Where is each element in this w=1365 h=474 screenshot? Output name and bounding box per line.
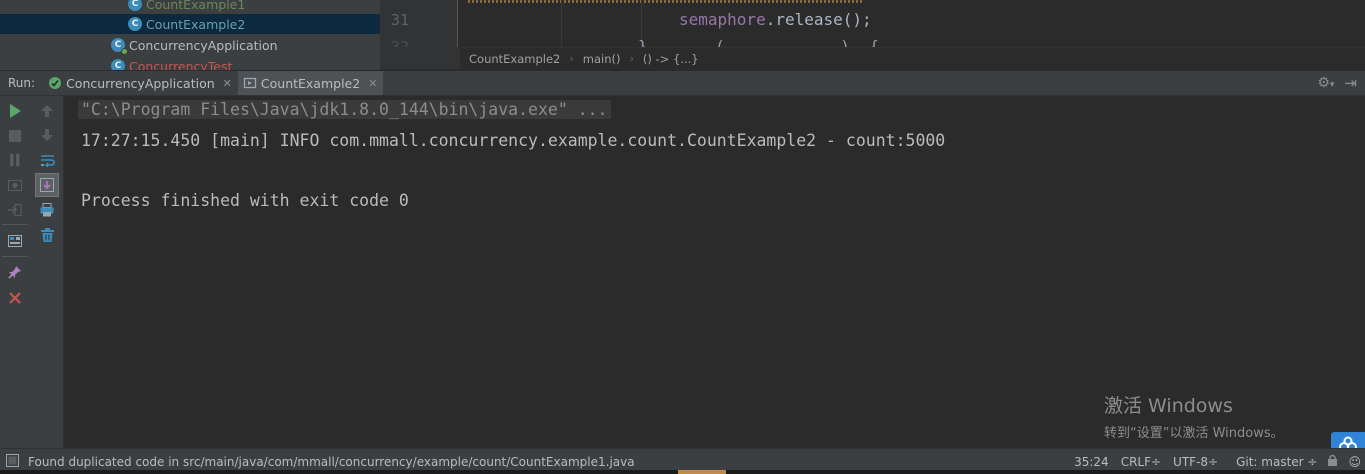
tree-item-countexample2[interactable]: C CountExample2 [0, 14, 380, 34]
code-line-partial: } ( ) { [638, 37, 879, 47]
project-tree: C CountExample1 C CountExample2 C Concur… [0, 0, 380, 70]
watermark-subtitle: 转到“设置”以激活 Windows。 [1104, 426, 1284, 441]
editor-gutter: 31 32 [380, 0, 458, 47]
hide-panel-icon[interactable]: ⇥ [1344, 74, 1357, 92]
arrow-down-icon[interactable] [37, 125, 57, 145]
code-call: .release(); [765, 10, 872, 29]
line-number-partial: 32 [390, 38, 409, 47]
lock-icon[interactable] [1327, 454, 1338, 469]
trash-icon[interactable] [37, 225, 57, 245]
stop-icon[interactable] [5, 126, 25, 146]
cursor-position[interactable]: 35:24 [1074, 455, 1109, 469]
close-run-icon[interactable] [5, 288, 25, 308]
arrow-up-icon[interactable] [37, 101, 57, 121]
tree-item-label: ConcurrencyTest [129, 58, 233, 71]
spring-boot-run-icon [48, 76, 62, 90]
watermark-title: 激活 Windows [1104, 395, 1233, 417]
code-editor[interactable]: 31 32 semaphore.release(); } ( ) { [380, 0, 1365, 47]
run-config-icon [243, 76, 257, 90]
layout-icon[interactable] [5, 231, 25, 251]
tab-countexample2[interactable]: CountExample2 ✕ [237, 71, 384, 95]
tree-item-label: ConcurrencyApplication [129, 37, 278, 53]
breadcrumb-separator-icon: › [569, 52, 574, 65]
breadcrumb-lambda[interactable]: () -> {...} [643, 52, 699, 66]
code-field: semaphore [679, 10, 766, 29]
encoding-selector[interactable]: UTF-8÷ [1173, 455, 1218, 469]
tab-label: ConcurrencyApplication [66, 75, 215, 91]
tab-concurrencyapplication[interactable]: ConcurrencyApplication ✕ [43, 71, 238, 95]
gear-icon[interactable]: ⚙▾ [1317, 75, 1334, 91]
breadcrumb-separator-icon: › [629, 52, 634, 65]
exit-icon[interactable] [5, 200, 25, 220]
breadcrumb-method[interactable]: main() [583, 52, 621, 66]
git-branch-selector[interactable]: Git: master ÷ [1236, 455, 1317, 469]
console-exit-line: Process finished with exit code 0 [81, 191, 409, 210]
tree-item-concurrencytest[interactable]: C ConcurrencyTest [111, 56, 232, 70]
tool-windows-icon[interactable] [6, 453, 19, 470]
rerun-icon[interactable] [5, 101, 25, 121]
pin-tab-icon[interactable] [5, 262, 25, 282]
class-icon: C [111, 59, 125, 70]
line-number: 31 [390, 11, 409, 29]
scroll-to-end-icon[interactable] [35, 173, 59, 197]
tab-label: CountExample2 [260, 75, 361, 91]
dump-threads-icon[interactable] [5, 175, 25, 195]
spring-boot-class-icon: C [111, 38, 128, 55]
print-icon[interactable] [37, 200, 57, 220]
class-icon: C [128, 0, 142, 11]
breadcrumb: CountExample2 › main() › () -> {...} [460, 47, 1365, 69]
breadcrumb-class[interactable]: CountExample2 [469, 52, 560, 66]
soft-wrap-icon[interactable] [37, 150, 57, 170]
tree-item-countexample1[interactable]: C CountExample1 [128, 0, 245, 14]
pause-icon[interactable] [5, 150, 25, 170]
run-label: Run: [8, 76, 36, 90]
hector-icon[interactable]: ☺ [1348, 455, 1361, 469]
console-log-line: 17:27:15.450 [main] INFO com.mmall.concu… [81, 131, 946, 150]
class-icon: C [128, 17, 142, 31]
windows-activation-watermark: 激活 Windows 转到“设置”以激活 Windows。 [1104, 391, 1284, 441]
tree-item-label: CountExample1 [146, 0, 246, 12]
console-command-line: "C:\Program Files\Java\jdk1.8.0_144\bin\… [78, 100, 611, 119]
line-separator-selector[interactable]: CRLF÷ [1121, 455, 1161, 469]
run-toolbar [0, 96, 64, 448]
code-line: semaphore.release(); [679, 10, 872, 29]
warning-underline [468, 0, 863, 3]
tree-item-label: CountExample2 [146, 16, 246, 32]
run-tool-window-header: Run: ConcurrencyApplication ✕ CountExamp… [0, 70, 1365, 96]
close-icon[interactable]: ✕ [368, 77, 377, 90]
status-message[interactable]: Found duplicated code in src/main/java/c… [28, 455, 635, 469]
tree-item-concurrencyapplication[interactable]: C ConcurrencyApplication [111, 35, 278, 55]
close-icon[interactable]: ✕ [223, 77, 232, 90]
